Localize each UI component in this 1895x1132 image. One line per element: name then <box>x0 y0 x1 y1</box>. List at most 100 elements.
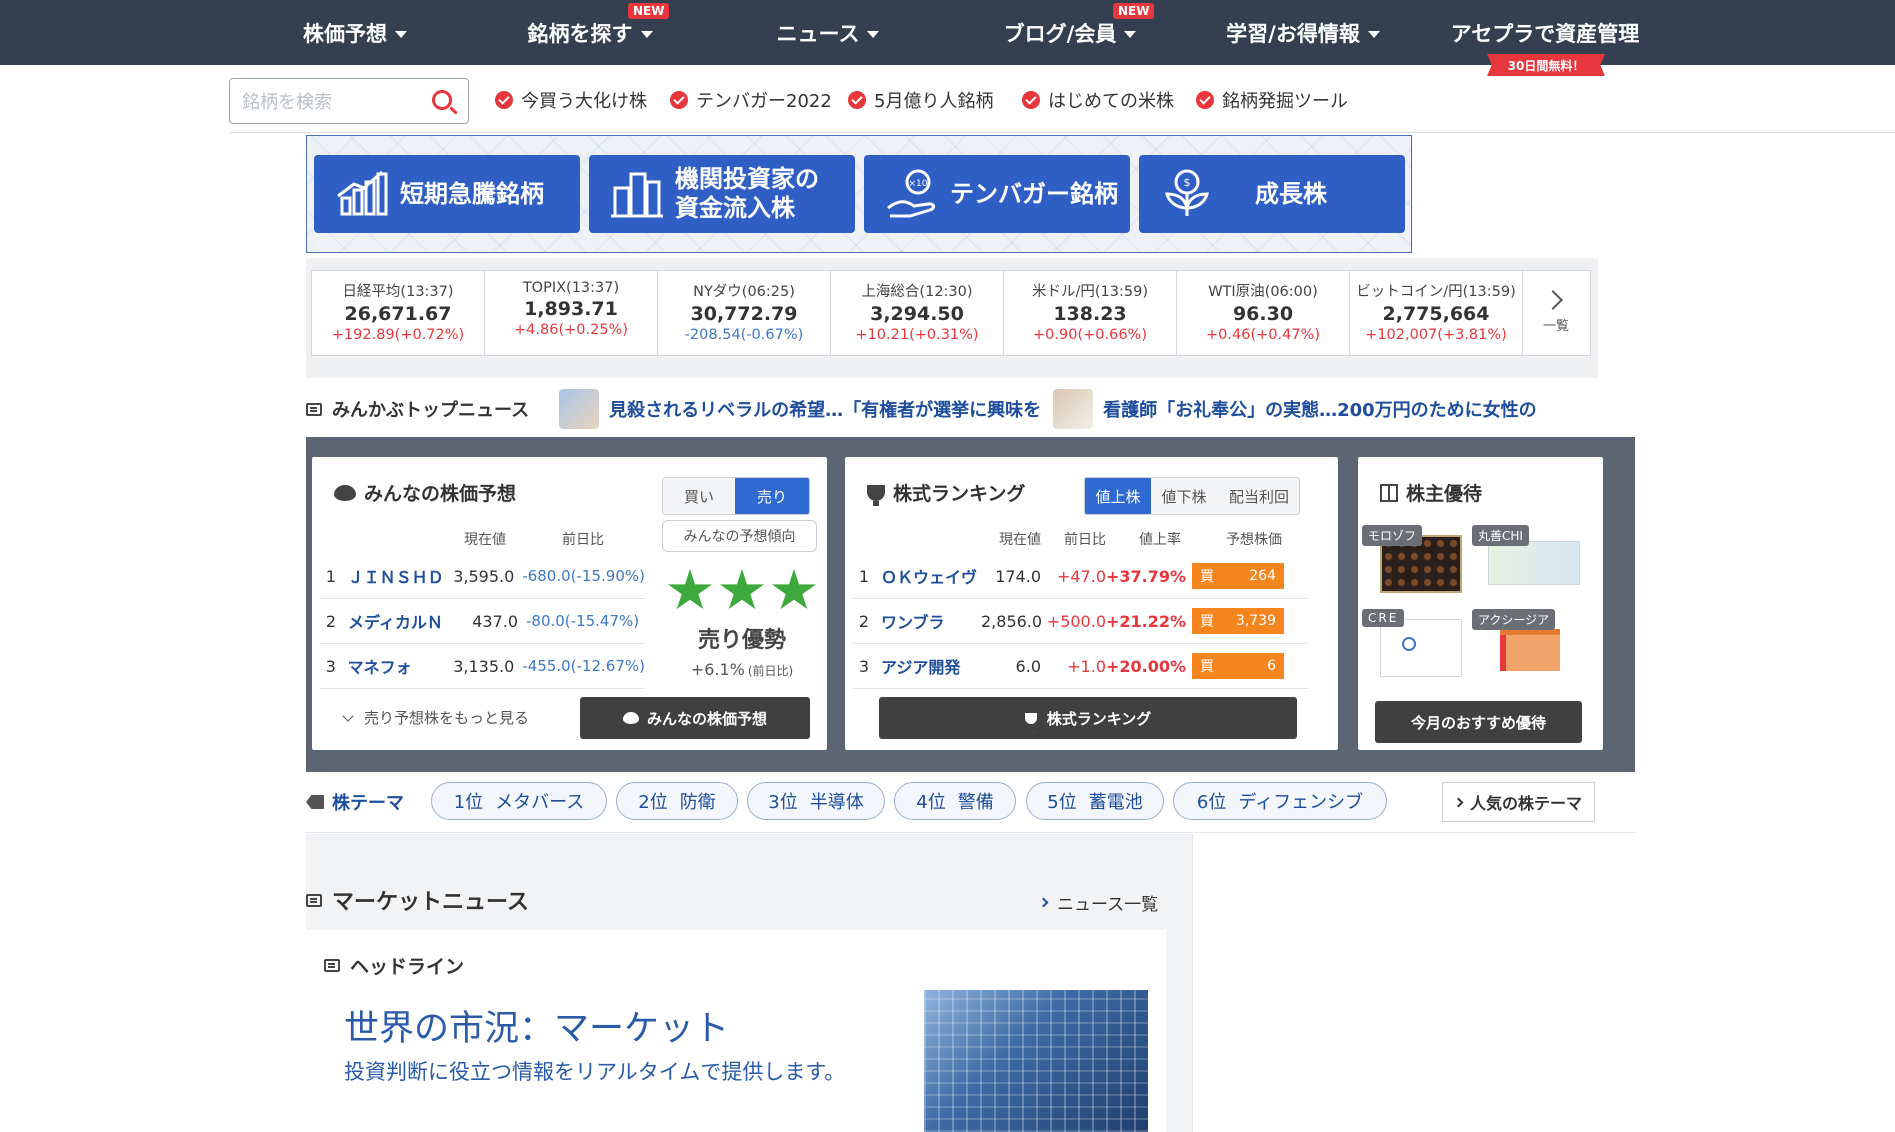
chevron-right-icon <box>1038 897 1049 908</box>
ranking-row[interactable]: 2 ワンブラ 2,856.0 +500.0 +21.22% 買 3,739 <box>853 599 1308 644</box>
news-list-link[interactable]: ニュース一覧 <box>1038 890 1158 915</box>
theme-rank: 6位 <box>1196 792 1227 813</box>
ticker-value: 1,893.71 <box>524 298 618 320</box>
check-circle-icon <box>848 91 866 109</box>
trophy-icon <box>1024 712 1037 734</box>
more-sell-forecast-link[interactable]: 売り予想株をもっと見る <box>342 707 529 728</box>
quick-link[interactable]: 5月億り人銘柄 <box>848 86 993 114</box>
ranking-tabs: 値上株 値下株 配当利回 <box>1084 477 1300 515</box>
theme-chip[interactable]: 2位 防衛 <box>616 782 738 820</box>
banner-label: 機関投資家の 資金流入株 <box>675 165 819 222</box>
ticker-item-bitcoin[interactable]: ビットコイン/円(13:59) 2,775,664 +102,007(+3.81… <box>1350 271 1523 355</box>
divider <box>1192 834 1193 1132</box>
ticker-item-shanghai[interactable]: 上海総合(12:30) 3,294.50 +10.21(+0.31%) <box>831 271 1004 355</box>
banner-button-growth[interactable]: $ 成長株 <box>1139 155 1405 233</box>
ticker-next-button[interactable]: 一覧 <box>1523 271 1589 355</box>
stock-name[interactable]: アジア開発 <box>881 654 981 678</box>
theme-chip[interactable]: 3位 半導体 <box>747 782 885 820</box>
quick-link[interactable]: テンバガー2022 <box>670 86 832 114</box>
theme-name: 半導体 <box>809 792 864 813</box>
benefit-item-cre[interactable]: CRE <box>1362 609 1464 679</box>
banner-button-ten-bagger[interactable]: ×10 テンバガー銘柄 <box>864 155 1130 233</box>
forecast-row[interactable]: 3 マネフォ 3,135.0 -455.0(-12.67%) <box>320 644 645 689</box>
benefit-item-axxzia[interactable]: アクシージア <box>1472 609 1584 679</box>
popular-themes-link[interactable]: 人気の株テーマ <box>1442 782 1595 822</box>
star-icon <box>667 569 713 610</box>
news-headline[interactable]: 看護師「お礼奉公」の実態…200万円のために女性の <box>1103 396 1537 422</box>
nav-label: 銘柄を探す <box>527 21 633 46</box>
theme-rank: 1位 <box>453 792 484 813</box>
ranking-card: 株式ランキング 値上株 値下株 配当利回 現在値 前日比 値上率 予想株価 1 … <box>845 457 1338 750</box>
ticker-item-wti[interactable]: WTI原油(06:00) 96.30 +0.46(+0.47%) <box>1177 271 1350 355</box>
ticker-item-usdjpy[interactable]: 米ドル/円(13:59) 138.23 +0.90(+0.66%) <box>1004 271 1177 355</box>
theme-chip[interactable]: 4位 警備 <box>894 782 1016 820</box>
tab-sell[interactable]: 売り <box>735 478 809 514</box>
tab-dividend-yield[interactable]: 配当利回 <box>1217 478 1299 514</box>
themes-title: 株テーマ <box>306 789 404 815</box>
ticker-more-label: 一覧 <box>1542 318 1569 334</box>
search-box <box>229 78 469 124</box>
tab-buy[interactable]: 買い <box>663 478 736 514</box>
forecast-button[interactable]: みんなの株価予想 <box>580 697 810 739</box>
news-headline[interactable]: 見殺されるリベラルの希望…「有権者が選挙に興味を <box>609 396 1041 422</box>
column-header-price: 現在値 <box>999 532 1041 548</box>
stock-name[interactable]: ＪＩＮＳＨＤ <box>348 564 451 588</box>
benefit-label: モロゾフ <box>1362 525 1423 546</box>
ticker-change: +4.86(+0.25%) <box>514 322 628 338</box>
theme-chip[interactable]: 6位 ディフェンシブ <box>1173 782 1387 820</box>
search-input[interactable] <box>242 88 412 116</box>
change: -455.0(-12.67%) <box>522 657 645 675</box>
star-icon <box>771 569 817 610</box>
nav-item-news[interactable]: ニュース <box>758 0 898 65</box>
forecast-title: みんなの株価予想 <box>334 479 516 506</box>
ranking-button[interactable]: 株式ランキング <box>879 697 1297 739</box>
forecast-verdict-pct-line: +6.1% (前日比) <box>662 660 822 679</box>
banner-button-institutional-inflow[interactable]: 機関投資家の 資金流入株 <box>589 155 855 233</box>
theme-rank: 4位 <box>916 792 946 813</box>
benefit-item-morozoff[interactable]: モロゾフ <box>1362 525 1464 595</box>
ticker-value: 26,671.67 <box>344 303 452 325</box>
forecast-row[interactable]: 1 ＪＩＮＳＨＤ 3,595.0 -680.0(-15.90%) <box>320 554 645 599</box>
bar-chart-icon <box>334 166 390 222</box>
news-thumbnail[interactable] <box>1053 389 1094 429</box>
nav-item-stock-forecast[interactable]: 株価予想 <box>280 0 430 65</box>
quick-link[interactable]: はじめての米株 <box>1022 86 1174 114</box>
ticker-change: +192.89(+0.72%) <box>331 327 465 343</box>
ticker-item-ny-dow[interactable]: NYダウ(06:25) 30,772.79 -208.54(-0.67%) <box>658 271 831 355</box>
search-icon[interactable] <box>432 90 452 110</box>
ranking-row[interactable]: 1 ＯＫウェイヴ 174.0 +47.0 +37.79% 買 264 <box>853 554 1308 599</box>
quick-link[interactable]: 今買う大化け株 <box>495 86 647 114</box>
gift-icon <box>1380 483 1398 502</box>
ticker-item-topix[interactable]: TOPIX(13:37) 1,893.71 +4.86(+0.25%) <box>485 271 658 355</box>
top-news-title: みんかぶトップニュース <box>332 400 530 421</box>
banner-button-short-term-surge[interactable]: 短期急騰銘柄 <box>314 155 580 233</box>
quick-link-label: 銘柄発掘ツール <box>1222 91 1348 112</box>
ticker-name: ビットコイン/円(13:59) <box>1356 284 1516 300</box>
nav-item-find-stocks[interactable]: 銘柄を探す NEW <box>510 0 670 65</box>
stock-name[interactable]: ワンブラ <box>881 609 981 633</box>
stock-name[interactable]: メディカルＮ <box>348 609 453 633</box>
quick-link[interactable]: 銘柄発掘ツール <box>1196 86 1348 114</box>
tab-gainers[interactable]: 値上株 <box>1085 478 1151 514</box>
news-thumbnail[interactable] <box>559 389 600 429</box>
buildings-photo[interactable] <box>924 990 1148 1132</box>
chevron-down-icon <box>1124 30 1137 38</box>
nav-item-blog-member[interactable]: ブログ/会員 NEW <box>985 0 1155 65</box>
themes-title-text: 株テーマ <box>332 793 404 814</box>
tag-icon <box>306 795 324 809</box>
theme-chip[interactable]: 1位 メタバース <box>431 782 607 820</box>
forecast-row[interactable]: 2 メディカルＮ 437.0 -80.0(-15.47%) <box>320 599 645 644</box>
recommended-benefits-button[interactable]: 今月のおすすめ優待 <box>1375 701 1582 743</box>
headline-title[interactable]: 世界の市況：マーケット <box>344 1000 729 1051</box>
ticker-item-nikkei[interactable]: 日経平均(13:37) 26,671.67 +192.89(+0.72%) <box>312 271 485 355</box>
stock-name[interactable]: マネフォ <box>348 654 451 678</box>
theme-chip[interactable]: 5位 蓄電池 <box>1026 782 1164 820</box>
benefit-item-maruzen[interactable]: 丸善CHI <box>1472 525 1584 595</box>
tab-losers[interactable]: 値下株 <box>1151 478 1217 514</box>
stock-name[interactable]: ＯＫウェイヴ <box>881 564 981 588</box>
headline-label: ヘッドライン <box>350 956 465 978</box>
ticker-value: 138.23 <box>1053 303 1127 325</box>
new-badge: NEW <box>1113 3 1155 19</box>
ranking-row[interactable]: 3 アジア開発 6.0 +1.0 +20.00% 買6 <box>853 644 1308 689</box>
nav-item-learning-deals[interactable]: 学習/お得情報 <box>1218 0 1388 65</box>
